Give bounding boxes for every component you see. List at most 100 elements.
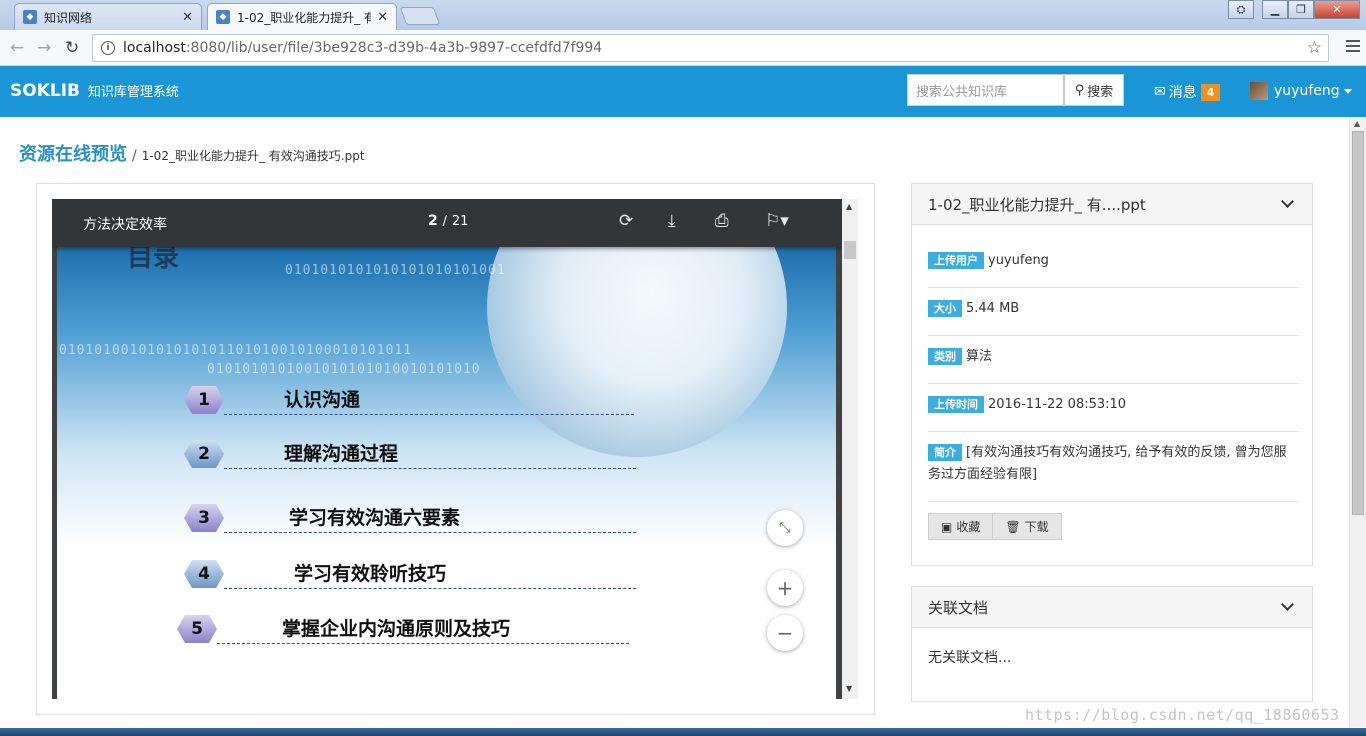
app-navbar: SOKLIB 知识库管理系统 搜索公共知识库 ⚲ 搜索 ✉ 消息 4 yuyuf… [0, 66, 1366, 117]
chevron-down-icon[interactable] [1281, 598, 1294, 611]
divider [928, 501, 1298, 502]
info-row-category: 类别 算法 [928, 346, 1298, 368]
hexagon-number-icon: 1 [184, 386, 224, 414]
chevron-down-icon[interactable] [1281, 195, 1294, 208]
search-button[interactable]: ⚲ 搜索 [1064, 74, 1124, 106]
browser-tab-bar: ◆ 知识网络 ✕ ◆ 1-02_职业化能力提升_ 有 ✕ ⛭ ▁ ❐ ✕ [0, 0, 1366, 30]
browser-tab-label: 知识网络 [44, 10, 93, 25]
upload-time-tag: 上传时间 [928, 396, 984, 413]
close-tab-icon[interactable]: ✕ [182, 10, 193, 25]
plus-icon: + [776, 576, 794, 600]
agenda-item: 5 掌握企业内沟通原则及技巧 [177, 614, 629, 644]
user-profile-button[interactable]: ⛭ [1228, 0, 1254, 19]
messages-count-badge: 4 [1200, 83, 1221, 101]
total-pages: 21 [451, 214, 469, 229]
related-docs-empty: 无关联文档... [928, 650, 1012, 666]
divider [928, 287, 1298, 288]
minimize-button[interactable]: ▁ [1262, 0, 1288, 19]
info-row-uploader: 上传用户 yuyufeng [928, 250, 1298, 272]
file-info-title: 1-02_职业化能力提升_ 有....ppt [928, 195, 1146, 214]
pdf-viewer[interactable]: 方法决定效率 2 / 21 ⟳ ⤓ ⎙ ⚐▾ 01010101010101010… [52, 199, 842, 699]
info-row-size: 大小 5.44 MB [928, 298, 1298, 320]
caret-down-icon [1343, 88, 1352, 94]
slide-page: 0101010101010101010101001 01010100101010… [57, 247, 836, 699]
divider [928, 335, 1298, 336]
summary-tag: 简介 [928, 444, 962, 461]
window-close-button[interactable]: ✕ [1314, 0, 1360, 19]
url-input[interactable]: i localhost:8080/lib/user/file/3be928c3-… [92, 34, 1329, 62]
favorite-label: 收藏 [956, 520, 981, 534]
page-scrollbar[interactable]: ▲ [1349, 117, 1366, 727]
breadcrumb-separator: / [132, 148, 137, 164]
messages-link[interactable]: ✉ 消息 4 [1154, 82, 1221, 102]
agenda-text: 理解沟通过程 [224, 439, 636, 469]
close-tab-icon[interactable]: ✕ [377, 10, 388, 25]
scrollbar-thumb[interactable] [844, 241, 856, 259]
bookmark-star-icon[interactable]: ☆ [1307, 38, 1322, 58]
agenda-item: 1 认识沟通 [184, 385, 634, 415]
viewer-scrollbar[interactable]: ▲ ▼ [842, 199, 858, 699]
messages-label: 消息 [1168, 85, 1197, 101]
back-arrow-icon[interactable]: ← [10, 38, 24, 58]
hexagon-number-icon: 4 [184, 560, 224, 588]
browser-menu-icon[interactable] [1346, 40, 1360, 55]
page-title: 资源在线预览 [19, 144, 127, 165]
page-favicon-icon: ◆ [23, 10, 37, 24]
info-icon[interactable]: i [101, 41, 115, 55]
favorite-button[interactable]: ▣ 收藏 [928, 513, 994, 540]
page-separator: / [442, 214, 448, 229]
breadcrumb: 资源在线预览 / 1-02_职业化能力提升_ 有效沟通技巧.ppt [19, 140, 365, 166]
print-icon[interactable]: ⎙ [715, 211, 729, 231]
browser-tab-1[interactable]: ◆ 知识网络 ✕ [14, 3, 202, 30]
zoom-in-button[interactable]: + [767, 570, 803, 606]
category-value: 算法 [966, 349, 993, 364]
related-docs-header[interactable]: 关联文档 [912, 587, 1312, 628]
search-input[interactable]: 搜索公共知识库 [907, 74, 1064, 106]
binary-text: 0101010010101010101101010010100010101011 [59, 343, 413, 358]
archive-icon: ▣ [941, 519, 953, 534]
compress-icon: ⤡ [779, 520, 791, 536]
current-page: 2 [428, 213, 438, 229]
maximize-button[interactable]: ❐ [1288, 0, 1314, 19]
file-info-panel: 1-02_职业化能力提升_ 有....ppt 上传用户 yuyufeng 大小 5.… [911, 183, 1313, 566]
rotate-icon[interactable]: ⟳ [619, 211, 633, 231]
trash-icon: 🗑 [1005, 519, 1021, 534]
bookmark-dropdown-icon[interactable]: ⚐▾ [765, 211, 789, 231]
scroll-up-arrow-icon[interactable]: ▲ [1354, 119, 1360, 128]
url-path: :8080/lib/user/file/3be928c3-d39b-4a3b-9… [185, 40, 603, 56]
agenda-text: 认识沟通 [224, 385, 634, 415]
download-button[interactable]: 🗑 下载 [993, 513, 1062, 540]
new-tab-button[interactable] [399, 7, 441, 25]
brand[interactable]: SOKLIB 知识库管理系统 [10, 81, 179, 101]
agenda-text: 学习有效聆听技巧 [224, 559, 636, 589]
search-button-label: 搜索 [1087, 84, 1114, 100]
fit-page-button[interactable]: ⤡ [767, 510, 803, 546]
page-indicator[interactable]: 2 / 21 [428, 213, 468, 229]
scrollbar-thumb[interactable] [1352, 131, 1364, 515]
page-favicon-icon: ◆ [216, 10, 230, 24]
related-docs-panel: 关联文档 无关联文档... [911, 586, 1313, 702]
binary-text: 0101010101001010101010010101010 [207, 362, 481, 377]
divider [928, 383, 1298, 384]
hexagon-number-icon: 5 [177, 615, 217, 643]
user-menu[interactable]: yuyufeng [1250, 82, 1352, 100]
viewer-toolbar: 方法决定效率 2 / 21 ⟳ ⤓ ⎙ ⚐▾ [52, 199, 842, 247]
uploader-value: yuyufeng [988, 253, 1049, 268]
avatar [1250, 82, 1268, 100]
scroll-down-arrow-icon[interactable]: ▼ [846, 684, 852, 693]
agenda-item: 4 学习有效聆听技巧 [184, 559, 636, 589]
download-icon[interactable]: ⤓ [668, 211, 676, 231]
zoom-out-button[interactable]: − [767, 615, 803, 651]
forward-arrow-icon[interactable]: → [37, 38, 51, 58]
file-info-header[interactable]: 1-02_职业化能力提升_ 有....ppt [912, 184, 1312, 225]
reload-icon[interactable]: ↻ [65, 38, 79, 58]
summary-value: [有效沟通技巧有效沟通技巧, 给予有效的反馈, 曾为您服务过方面经验有限] [928, 445, 1287, 482]
hexagon-number-icon: 3 [184, 504, 224, 532]
related-docs-title: 关联文档 [928, 598, 989, 617]
scroll-up-arrow-icon[interactable]: ▲ [846, 202, 852, 211]
browser-tab-2[interactable]: ◆ 1-02_职业化能力提升_ 有 ✕ [207, 3, 397, 30]
agenda-text: 掌握企业内沟通原则及技巧 [217, 614, 629, 644]
envelope-icon: ✉ [1154, 84, 1166, 100]
info-row-summary: 简介 [有效沟通技巧有效沟通技巧, 给予有效的反馈, 曾为您服务过方面经验有限] [928, 442, 1298, 486]
size-tag: 大小 [928, 300, 962, 317]
